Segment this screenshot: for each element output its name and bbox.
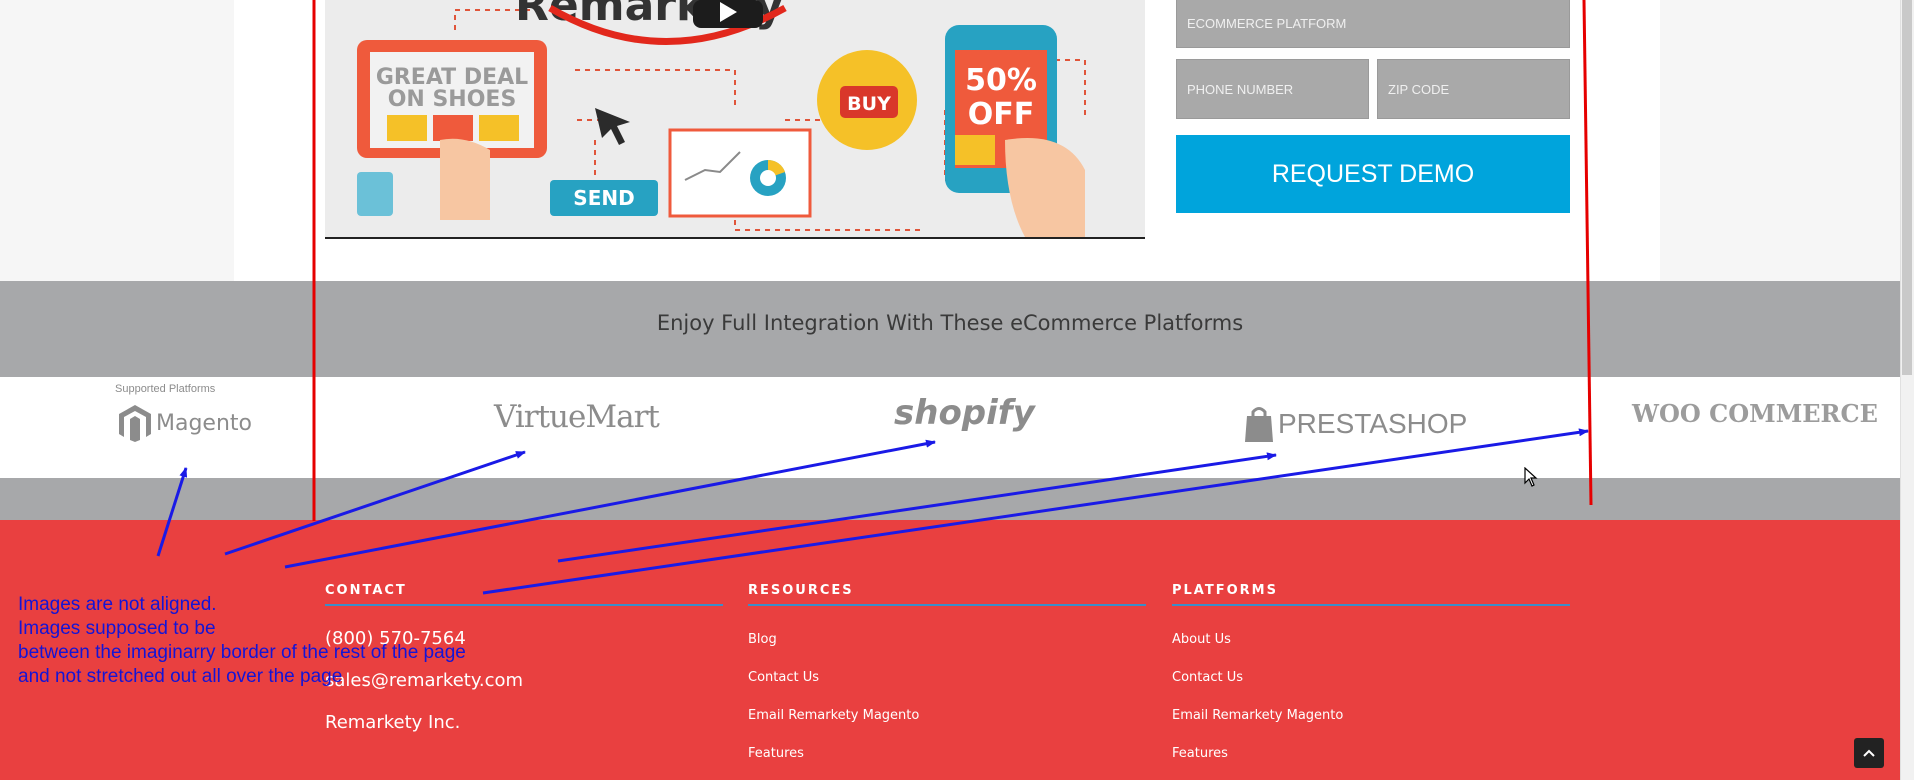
- arrow-magento: [156, 467, 188, 557]
- arrow-shopify: [284, 439, 936, 569]
- arrow-prestashop: [557, 452, 1277, 563]
- annotation-text: Images are not aligned. Images supposed …: [18, 594, 466, 687]
- right-border-line: [1582, 0, 1593, 506]
- arrow-virtuemart: [224, 450, 526, 556]
- arrow-woocommerce: [482, 428, 1589, 595]
